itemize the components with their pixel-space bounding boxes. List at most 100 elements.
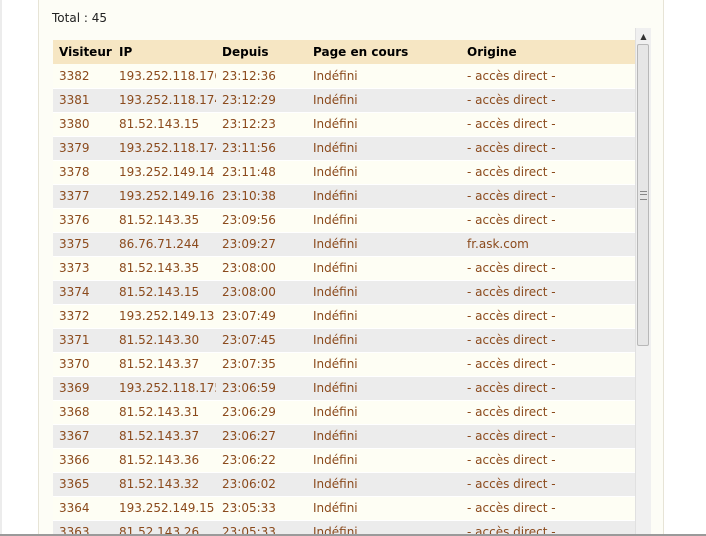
cell-ip: 193.252.118.174 [113,136,216,161]
cell-origine: - accès direct - [461,400,635,425]
cell-depuis: 23:07:35 [216,352,307,377]
cell-ip: 193.252.149.14 [113,160,216,185]
cell-visiteur: 3364 [53,496,113,521]
cell-depuis: 23:11:56 [216,136,307,161]
cell-visiteur: 3382 [53,64,113,89]
cell-origine: - accès direct - [461,208,635,233]
table-row[interactable]: 3374 81.52.143.15 23:08:00 Indéfini - accès … [53,280,635,305]
page-left-border [0,0,2,536]
cell-visiteur: 3380 [53,112,113,137]
table-row[interactable]: 3366 81.52.143.36 23:06:22 Indéfini - accès … [53,448,635,473]
cell-page: Indéfini [307,448,461,473]
cell-depuis: 23:08:00 [216,256,307,281]
cell-visiteur: 3365 [53,472,113,497]
cell-ip: 81.52.143.37 [113,424,216,449]
visitors-table: Visiteur IP Depuis Page en cours Origine… [53,40,635,536]
table-row[interactable]: 3373 81.52.143.35 23:08:00 Indéfini - accès … [53,256,635,281]
cell-visiteur: 3367 [53,424,113,449]
cell-origine: - accès direct - [461,136,635,161]
cell-visiteur: 3377 [53,184,113,209]
cell-ip: 81.52.143.30 [113,328,216,353]
cell-page: Indéfini [307,208,461,233]
table-row[interactable]: 3381 193.252.118.174 23:12:29 Indéfini - acc… [53,88,635,113]
column-header-visiteur[interactable]: Visiteur [53,40,113,64]
table-row[interactable]: 3375 86.76.71.244 23:09:27 Indéfini fr.ask.c… [53,232,635,257]
cell-ip: 193.252.149.16 [113,184,216,209]
column-header-origine[interactable]: Origine [461,40,635,64]
cell-page: Indéfini [307,232,461,257]
cell-depuis: 23:06:02 [216,472,307,497]
chevron-up-icon[interactable]: ▲ [636,28,651,44]
cell-depuis: 23:11:48 [216,160,307,185]
cell-ip: 86.76.71.244 [113,232,216,257]
cell-depuis: 23:05:33 [216,496,307,521]
table-row[interactable]: 3382 193.252.118.176 23:12:36 Indéfini - acc… [53,64,635,89]
cell-origine: - accès direct - [461,184,635,209]
cell-origine: - accès direct - [461,160,635,185]
cell-page: Indéfini [307,352,461,377]
cell-ip: 193.252.118.176 [113,64,216,89]
total-count: Total : 45 [52,11,107,25]
cell-visiteur: 3369 [53,376,113,401]
table-row[interactable]: 3380 81.52.143.15 23:12:23 Indéfini - accès … [53,112,635,137]
cell-visiteur: 3376 [53,208,113,233]
cell-page: Indéfini [307,136,461,161]
cell-ip: 193.252.118.174 [113,88,216,113]
table-row[interactable]: 3379 193.252.118.174 23:11:56 Indéfini - acc… [53,136,635,161]
table-header-row: Visiteur IP Depuis Page en cours Origine [53,40,635,64]
visitors-table-container[interactable]: Visiteur IP Depuis Page en cours Origine… [53,28,651,536]
cell-visiteur: 3370 [53,352,113,377]
column-header-ip[interactable]: IP [113,40,216,64]
table-row[interactable]: 3370 81.52.143.37 23:07:35 Indéfini - accès … [53,352,635,377]
table-row[interactable]: 3364 193.252.149.15 23:05:33 Indéfini - accè… [53,496,635,521]
cell-visiteur: 3368 [53,400,113,425]
cell-depuis: 23:12:36 [216,64,307,89]
cell-page: Indéfini [307,280,461,305]
table-row[interactable]: 3369 193.252.118.175 23:06:59 Indéfini - acc… [53,376,635,401]
table-row[interactable]: 3376 81.52.143.35 23:09:56 Indéfini - accès … [53,208,635,233]
cell-depuis: 23:06:27 [216,424,307,449]
scrollbar-thumb[interactable] [637,44,649,346]
cell-page: Indéfini [307,256,461,281]
cell-page: Indéfini [307,376,461,401]
cell-visiteur: 3379 [53,136,113,161]
column-header-page-en-cours[interactable]: Page en cours [307,40,461,64]
cell-ip: 193.252.149.13 [113,304,216,329]
cell-page: Indéfini [307,472,461,497]
cell-page: Indéfini [307,184,461,209]
vertical-scrollbar[interactable]: ▲ [635,28,651,536]
cell-origine: - accès direct - [461,424,635,449]
cell-depuis: 23:06:22 [216,448,307,473]
table-row[interactable]: 3377 193.252.149.16 23:10:38 Indéfini - accè… [53,184,635,209]
table-row[interactable]: 3368 81.52.143.31 23:06:29 Indéfini - accès … [53,400,635,425]
cell-depuis: 23:06:59 [216,376,307,401]
cell-origine: - accès direct - [461,448,635,473]
cell-origine: - accès direct - [461,256,635,281]
table-row[interactable]: 3378 193.252.149.14 23:11:48 Indéfini - accè… [53,160,635,185]
cell-visiteur: 3378 [53,160,113,185]
cell-ip: 81.52.143.35 [113,256,216,281]
cell-origine: - accès direct - [461,280,635,305]
cell-visiteur: 3373 [53,256,113,281]
cell-depuis: 23:12:23 [216,112,307,137]
cell-depuis: 23:08:00 [216,280,307,305]
cell-depuis: 23:09:27 [216,232,307,257]
cell-depuis: 23:10:38 [216,184,307,209]
cell-page: Indéfini [307,64,461,89]
cell-ip: 193.252.149.15 [113,496,216,521]
table-row[interactable]: 3365 81.52.143.32 23:06:02 Indéfini - accès … [53,472,635,497]
table-row[interactable]: 3367 81.52.143.37 23:06:27 Indéfini - accès … [53,424,635,449]
column-header-depuis[interactable]: Depuis [216,40,307,64]
table-row[interactable]: 3371 81.52.143.30 23:07:45 Indéfini - accès … [53,328,635,353]
cell-ip: 193.252.118.175 [113,376,216,401]
cell-page: Indéfini [307,160,461,185]
table-row[interactable]: 3372 193.252.149.13 23:07:49 Indéfini - accè… [53,304,635,329]
cell-origine[interactable]: fr.ask.com [461,232,635,257]
cell-page: Indéfini [307,88,461,113]
cell-page: Indéfini [307,424,461,449]
cell-depuis: 23:09:56 [216,208,307,233]
cell-origine: - accès direct - [461,352,635,377]
cell-ip: 81.52.143.15 [113,112,216,137]
cell-visiteur: 3375 [53,232,113,257]
cell-visiteur: 3374 [53,280,113,305]
